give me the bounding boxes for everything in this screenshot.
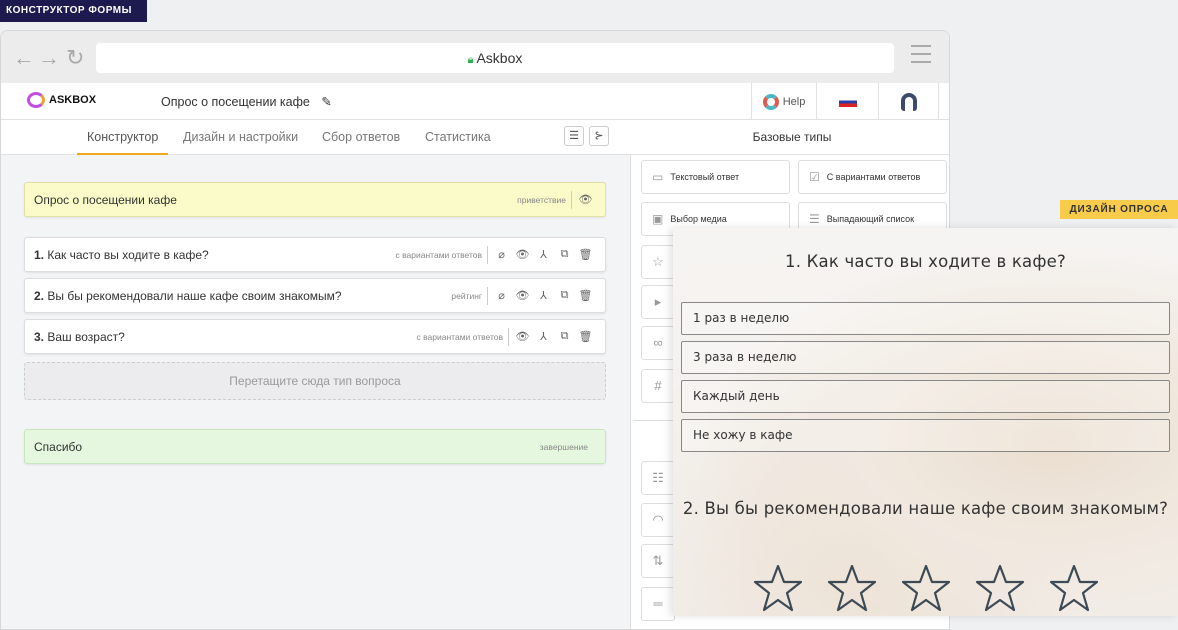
- tab-statistics[interactable]: Статистика: [425, 130, 491, 144]
- ending-title: Спасибо: [34, 439, 83, 454]
- russian-flag-icon: [838, 96, 857, 107]
- answer-option[interactable]: 1 раз в неделю: [681, 302, 1170, 335]
- answer-option[interactable]: Не хожу в кафе: [681, 419, 1170, 452]
- answer-option[interactable]: 3 раза в неделю: [681, 341, 1170, 374]
- welcome-card[interactable]: Опрос о посещении кафе приветствие 👁︎: [24, 182, 606, 217]
- branch-icon[interactable]: ⅄: [533, 330, 554, 343]
- ending-type: завершение: [539, 441, 588, 452]
- checkbox-icon: ☑: [809, 170, 820, 184]
- logic-view-icon[interactable]: ⊱: [589, 126, 609, 146]
- app-header: ASKBOX Опрос о посещении кафе ✎ Help: [1, 83, 949, 120]
- question-number: 3.: [34, 329, 45, 344]
- matrix-icon: ☷: [652, 470, 664, 485]
- tab-design[interactable]: Дизайн и настройки: [183, 130, 298, 144]
- question-card[interactable]: 2. Вы бы рекомендовали наше кафе своим з…: [24, 278, 606, 313]
- branch-icon[interactable]: ⅄: [533, 248, 554, 261]
- rating-star-icon[interactable]: [975, 564, 1025, 612]
- language-button[interactable]: [816, 83, 878, 120]
- rating-star-icon[interactable]: [753, 564, 803, 612]
- welcome-type: приветствие: [517, 190, 572, 209]
- type-scale[interactable]: ◠: [641, 503, 675, 537]
- question-card[interactable]: 1. Как часто вы ходите в кафе? с вариант…: [24, 237, 606, 272]
- type-video[interactable]: ▸: [641, 285, 675, 319]
- pencil-icon[interactable]: ✎: [321, 95, 331, 109]
- tab-responses[interactable]: Сбор ответов: [322, 130, 400, 144]
- answer-option[interactable]: Каждый день: [681, 380, 1170, 413]
- drop-zone[interactable]: Перетащите сюда тип вопроса: [24, 362, 606, 400]
- question-title: Ваш возраст?: [47, 329, 125, 344]
- play-icon: ▸: [654, 294, 662, 309]
- copy-icon[interactable]: ⧉: [554, 330, 575, 343]
- type-number[interactable]: #: [641, 369, 675, 403]
- trash-icon[interactable]: 🗑︎: [575, 248, 596, 261]
- branch-icon[interactable]: ⅄: [533, 289, 554, 302]
- lock-icon: 🔒︎: [467, 54, 474, 66]
- question-number: 1.: [34, 247, 45, 262]
- logic-icon[interactable]: ⌀: [491, 248, 512, 261]
- trash-icon[interactable]: 🗑︎: [575, 289, 596, 302]
- address-bar[interactable]: 🔒︎ Askbox: [96, 43, 894, 73]
- preview-question-1: 1. Как часто вы ходите в кафе?: [785, 252, 1066, 271]
- gauge-icon: ◠: [652, 512, 664, 527]
- profile-button[interactable]: [878, 83, 939, 120]
- survey-preview: 1. Как часто вы ходите в кафе? 1 раз в н…: [673, 228, 1178, 616]
- preview-question-2: 2. Вы бы рекомендовали наше кафе своим з…: [682, 499, 1169, 518]
- survey-title[interactable]: Опрос о посещении кафе ✎: [161, 94, 332, 109]
- text-field-icon: ▭: [652, 170, 664, 184]
- sort-icon: ⇅: [652, 553, 664, 568]
- welcome-title: Опрос о посещении кафе: [34, 192, 177, 207]
- link-icon: ∞: [653, 335, 663, 350]
- design-badge: ДИЗАЙН ОПРОСА: [1060, 200, 1178, 219]
- type-multiple-choice[interactable]: ☑ С вариантами ответов: [798, 160, 947, 194]
- forward-icon[interactable]: →: [38, 45, 60, 71]
- type-matrix[interactable]: ☷: [641, 461, 675, 495]
- question-title: Как часто вы ходите в кафе?: [47, 247, 209, 262]
- logic-icon[interactable]: ⌀: [491, 289, 512, 302]
- question-type: с вариантами ответов: [417, 327, 509, 346]
- tabs: Конструктор Дизайн и настройки Сбор отве…: [1, 120, 633, 155]
- type-ranking[interactable]: ⇅: [641, 544, 675, 578]
- lifebuoy-icon: [762, 93, 779, 110]
- logo-icon: [27, 92, 45, 108]
- list-view-icon[interactable]: ☰: [564, 126, 584, 146]
- type-rating[interactable]: ☆: [641, 245, 675, 279]
- url-text: Askbox: [476, 50, 523, 66]
- question-type: рейтинг: [451, 286, 488, 305]
- tab-constructor[interactable]: Конструктор: [76, 130, 169, 155]
- rating-star-icon[interactable]: [901, 564, 951, 612]
- question-type: с вариантами ответов: [396, 245, 488, 264]
- question-card[interactable]: 3. Ваш возраст? с вариантами ответов 👁︎ ⅄…: [24, 319, 606, 354]
- question-title: Вы бы рекомендовали наше кафе своим знак…: [47, 288, 342, 303]
- type-text-answer[interactable]: ▭ Текстовый ответ: [641, 160, 790, 194]
- type-link[interactable]: ∞: [641, 326, 675, 360]
- eye-icon[interactable]: 👁︎: [512, 289, 533, 302]
- browser-toolbar: ← → ↻ 🔒︎ Askbox: [1, 31, 949, 83]
- eye-icon[interactable]: 👁︎: [575, 193, 596, 206]
- star-icon: ☆: [652, 254, 664, 269]
- copy-icon[interactable]: ⧉: [554, 289, 575, 302]
- image-icon: ▣: [652, 212, 664, 226]
- rating-star-icon[interactable]: [827, 564, 877, 612]
- trash-icon[interactable]: 🗑︎: [575, 330, 596, 343]
- browser-menu-icon[interactable]: [911, 45, 931, 63]
- eye-icon[interactable]: 👁︎: [512, 330, 533, 343]
- logo[interactable]: ASKBOX: [27, 92, 96, 108]
- back-icon[interactable]: ←: [13, 45, 35, 71]
- help-button[interactable]: Help: [751, 83, 816, 120]
- builder-canvas: Опрос о посещении кафе приветствие 👁︎ 1.…: [1, 155, 631, 629]
- base-types-header: Базовые типы: [633, 120, 949, 155]
- user-icon: [900, 92, 917, 111]
- dropdown-list-icon: ☰: [809, 212, 820, 226]
- rating-star-icon[interactable]: [1049, 564, 1099, 612]
- reload-icon[interactable]: ↻: [66, 45, 84, 71]
- question-number: 2.: [34, 288, 45, 303]
- eye-icon[interactable]: 👁︎: [512, 248, 533, 261]
- ending-card[interactable]: Спасибо завершение: [24, 429, 606, 464]
- ruler-icon: ═: [653, 596, 663, 611]
- hash-icon: #: [654, 378, 662, 393]
- builder-badge: КОНСТРУКТОР ФОРМЫ: [0, 0, 147, 22]
- copy-icon[interactable]: ⧉: [554, 248, 575, 261]
